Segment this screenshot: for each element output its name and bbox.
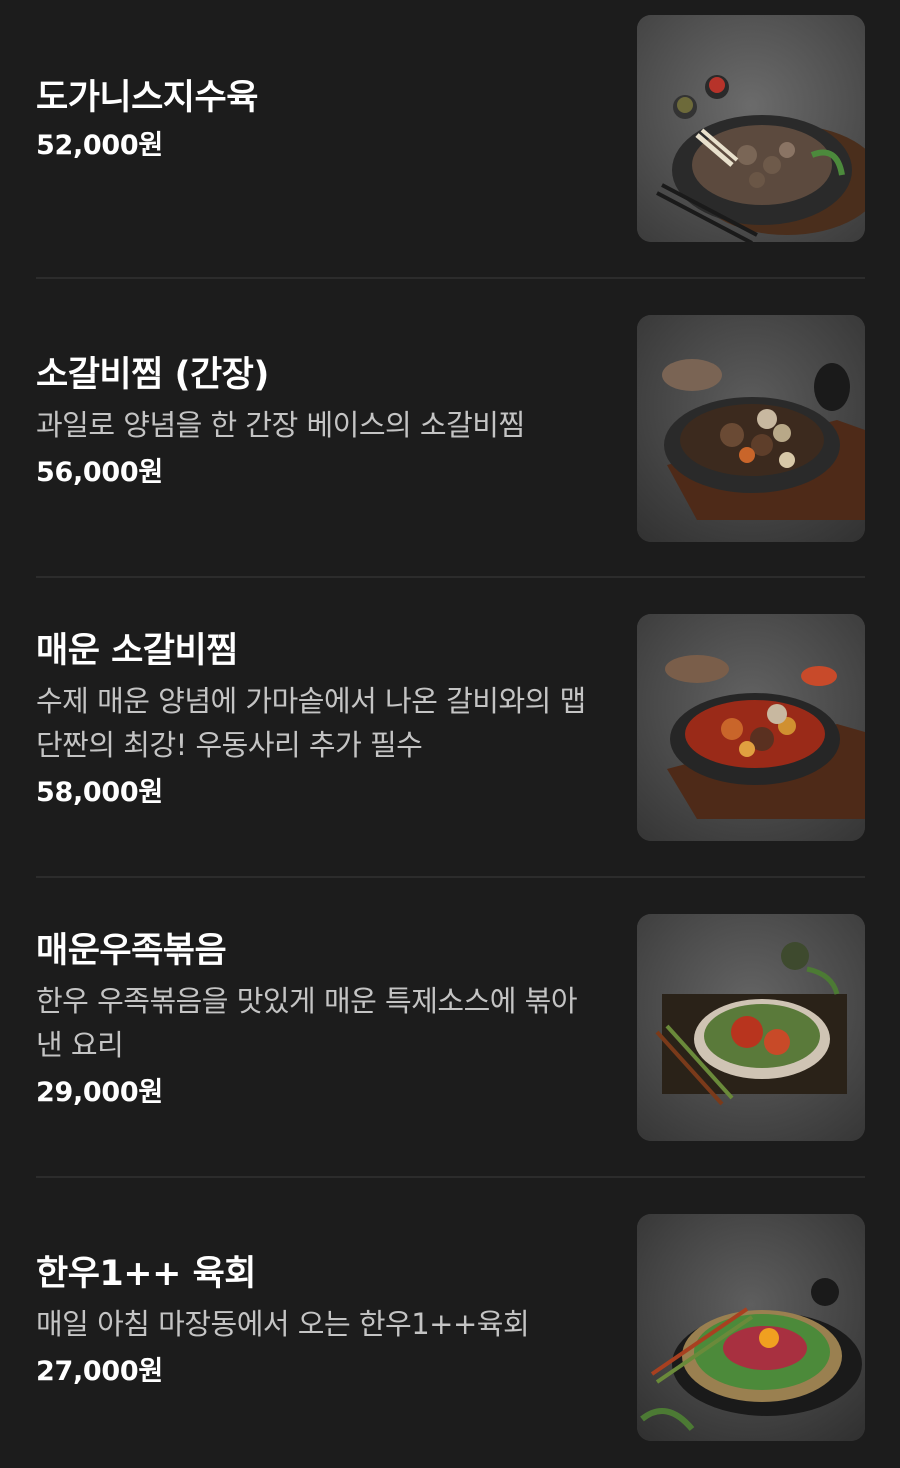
menu-item-price: 56,000원 bbox=[36, 457, 163, 488]
menu-item-text: 매운 소갈비찜 수제 매운 양념에 가마솥에서 나온 갈비와의 맵단짠의 최강!… bbox=[36, 629, 596, 813]
menu-item-name: 소갈비찜 (간장) bbox=[36, 355, 269, 395]
menu-item-name: 한우1++ 육회 bbox=[36, 1254, 257, 1294]
menu-item[interactable]: 도가니스지수육 52,000원 bbox=[36, 0, 865, 279]
menu-item-description: 매일 아침 마장동에서 오는 한우1++육회 bbox=[36, 1307, 530, 1341]
menu-list: 도가니스지수육 52,000원 소갈비찜 (간장) 과일로 양념을 한 간장 베… bbox=[36, 0, 865, 1466]
menu-item[interactable]: 매운우족볶음 한우 우족볶음을 맛있게 매운 특제소스에 볶아낸 요리 29,0… bbox=[36, 878, 865, 1178]
menu-item-name: 도가니스지수육 bbox=[36, 78, 258, 118]
spicy-ox-feet-stir-fry-photo[interactable] bbox=[637, 914, 865, 1141]
menu-item[interactable]: 매운 소갈비찜 수제 매운 양념에 가마솥에서 나온 갈비와의 맵단짠의 최강!… bbox=[36, 578, 865, 878]
menu-item-text: 도가니스지수육 52,000원 bbox=[36, 76, 596, 166]
menu-item[interactable]: 한우1++ 육회 매일 아침 마장동에서 오는 한우1++육회 27,000원 bbox=[36, 1178, 865, 1466]
beef-tartare-photo[interactable] bbox=[637, 1214, 865, 1441]
menu-item[interactable]: 소갈비찜 (간장) 과일로 양념을 한 간장 베이스의 소갈비찜 56,000원 bbox=[36, 279, 865, 578]
menu-item-description: 수제 매운 양념에 가마솥에서 나온 갈비와의 맵단짠의 최강! 우동사리 추가… bbox=[36, 684, 586, 762]
menu-item-description: 한우 우족볶음을 맛있게 매운 특제소스에 볶아낸 요리 bbox=[36, 984, 578, 1062]
menu-item-name: 매운우족볶음 bbox=[36, 931, 227, 971]
menu-item-text: 매운우족볶음 한우 우족볶음을 맛있게 매운 특제소스에 볶아낸 요리 29,0… bbox=[36, 929, 596, 1113]
menu-item-price: 27,000원 bbox=[36, 1356, 163, 1387]
menu-item-price: 52,000원 bbox=[36, 130, 163, 161]
soy-braised-short-ribs-photo[interactable] bbox=[637, 315, 865, 542]
menu-item-price: 29,000원 bbox=[36, 1077, 163, 1108]
menu-item-description: 과일로 양념을 한 간장 베이스의 소갈비찜 bbox=[36, 408, 525, 442]
menu-item-text: 소갈비찜 (간장) 과일로 양념을 한 간장 베이스의 소갈비찜 56,000원 bbox=[36, 353, 596, 493]
menu-item-name: 매운 소갈비찜 bbox=[36, 631, 238, 671]
menu-item-price: 58,000원 bbox=[36, 777, 163, 808]
menu-item-text: 한우1++ 육회 매일 아침 마장동에서 오는 한우1++육회 27,000원 bbox=[36, 1252, 596, 1392]
spicy-braised-short-ribs-photo[interactable] bbox=[637, 614, 865, 841]
braised-beef-platter-photo[interactable] bbox=[637, 15, 865, 242]
